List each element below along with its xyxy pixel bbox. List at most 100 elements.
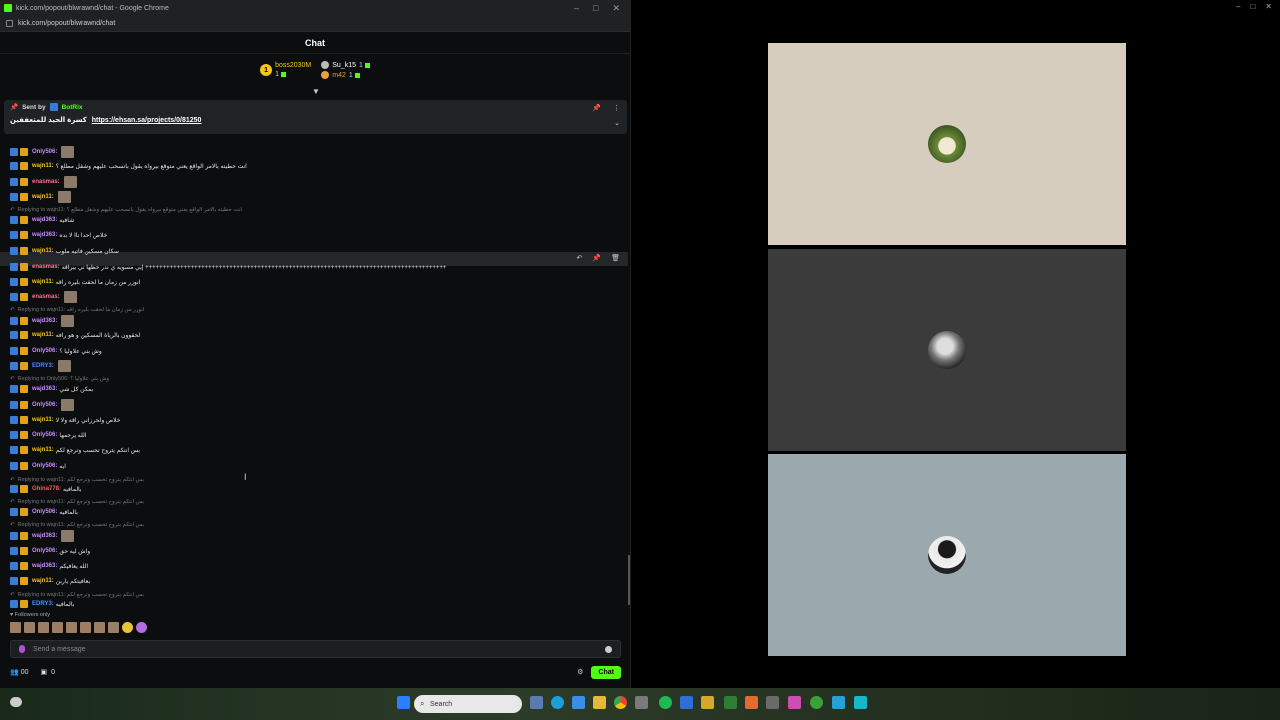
chat-message[interactable]: wajn11:	[10, 191, 71, 203]
chat-scrollbar[interactable]	[628, 555, 630, 605]
chat-username[interactable]: enasmas:	[32, 264, 60, 270]
chat-message[interactable]: wajd363:	[10, 530, 75, 542]
emote-icon[interactable]	[136, 622, 147, 633]
chat-message[interactable]: Only506:	[10, 399, 75, 411]
top-gifter-second[interactable]: Su_k15 1	[321, 61, 370, 69]
send-chat-button[interactable]: Chat	[591, 665, 621, 679]
chat-username[interactable]: wajn11:	[32, 194, 54, 200]
xbox-icon[interactable]	[810, 696, 823, 709]
app-icon[interactable]	[724, 696, 737, 709]
chat-message[interactable]: Ghina778: بالمافيه	[10, 483, 82, 495]
chat-message[interactable]: wajd363:	[10, 315, 75, 327]
chat-username[interactable]: wajd363:	[32, 318, 57, 324]
chat-username[interactable]: Only506:	[32, 463, 57, 469]
chat-input[interactable]: Send a message	[10, 640, 621, 658]
address-bar[interactable]: kick.com/popout/blwrawnd/chat	[0, 16, 630, 32]
reply-context[interactable]: ↶ Replying to wajn11: انت حطيته بالامر ال…	[10, 205, 242, 214]
chat-username[interactable]: wajn11:	[32, 248, 54, 254]
chat-message[interactable]: wajd363: الله يعافيكم	[10, 560, 88, 572]
app-icon[interactable]	[766, 696, 779, 709]
mic-icon[interactable]	[19, 645, 25, 653]
chat-message[interactable]: enasmas: إيي مسويه ي ندر حظها ني بيراقه +…	[10, 261, 446, 273]
chat-message[interactable]: Only506: بالمافيه	[10, 506, 78, 518]
task-view-icon[interactable]	[530, 696, 543, 709]
minimize-icon[interactable]: –	[1236, 2, 1240, 11]
chat-username[interactable]: EDRY3:	[32, 601, 54, 607]
weather-icon[interactable]	[10, 697, 22, 707]
app-icon[interactable]	[854, 696, 867, 709]
chat-message[interactable]: wajd363: خلاص احدا ناا لا بده	[10, 229, 107, 241]
app-icon[interactable]	[635, 696, 648, 709]
maximize-icon[interactable]: □	[1250, 2, 1255, 11]
unpin-icon[interactable]: 📌	[592, 104, 601, 112]
taskbar-search[interactable]: ⌕ Search	[414, 695, 522, 713]
emote-icon[interactable]	[66, 622, 77, 633]
chat-message[interactable]: wajd363: بمكن كل شي	[10, 383, 93, 395]
store-icon[interactable]	[572, 696, 585, 709]
chat-username[interactable]: wajd363:	[32, 386, 57, 392]
chat-message[interactable]: enasmas:	[10, 176, 77, 188]
chat-message[interactable]: wajn11: بس انتكم يتروح تحسب وترجع لكم	[10, 444, 140, 456]
chat-message[interactable]: Only506: الله يرحمها	[10, 429, 86, 441]
close-icon[interactable]: ✕	[1265, 2, 1272, 11]
chat-message[interactable]: wajn11: بعافيتكم ياربن	[10, 575, 90, 587]
chat-username[interactable]: wajn11:	[32, 417, 54, 423]
chat-username[interactable]: wajn11:	[32, 163, 54, 169]
chat-username[interactable]: wajn11:	[32, 578, 54, 584]
app-icon[interactable]	[701, 696, 714, 709]
chat-message[interactable]: Only506:	[10, 146, 75, 158]
chat-username[interactable]: wajn11:	[32, 279, 54, 285]
reply-context[interactable]: ↶ Replying to wajn11: بس انتكم يتروح تحسب…	[10, 497, 144, 506]
chat-message[interactable]: Only506: ايه	[10, 460, 66, 472]
participant-tile[interactable]	[768, 249, 1126, 451]
chat-username[interactable]: wajd363:	[32, 563, 57, 569]
emote-icon[interactable]	[108, 622, 119, 633]
chat-message[interactable]: wajn11: سكان مسكين فاتيه ملوب	[10, 245, 119, 257]
chat-username[interactable]: Only506:	[32, 402, 57, 408]
reply-context[interactable]: ↶ Replying to wajn11: انورر من زمان ما لح…	[10, 305, 144, 314]
app-icon[interactable]	[680, 696, 693, 709]
emote-icon[interactable]	[38, 622, 49, 633]
minimize-icon[interactable]: –	[574, 3, 579, 14]
start-icon[interactable]	[397, 696, 410, 709]
folder-icon[interactable]	[593, 696, 606, 709]
app-icon[interactable]	[832, 696, 845, 709]
participant-tile[interactable]	[768, 43, 1126, 245]
chat-username[interactable]: Only506:	[32, 509, 57, 515]
chat-message[interactable]: Only506: واش ليه حق	[10, 545, 90, 557]
more-options-icon[interactable]: ⋮	[613, 104, 620, 112]
chat-message[interactable]: EDRY3: بالمافيه	[10, 598, 74, 610]
pinned-sender[interactable]: BotRix	[62, 104, 83, 111]
chat-username[interactable]: Only506:	[32, 432, 57, 438]
chat-message[interactable]: EDRY3:	[10, 360, 71, 372]
emote-icon[interactable]	[80, 622, 91, 633]
chat-username[interactable]: enasmas:	[32, 294, 60, 300]
chat-message[interactable]: wajn11: انت حطيته بالامر الواقع يعني متوق…	[10, 160, 247, 172]
chat-message[interactable]: wajn11: خلاص ولحرزاني راقه ولا لا	[10, 414, 120, 426]
chat-username[interactable]: enasmas:	[32, 179, 60, 185]
chat-message[interactable]: wajn11: انورر من زمان ما لحقت بليره راقه	[10, 276, 140, 288]
expand-chevron-icon[interactable]: ⌄	[614, 119, 620, 127]
chat-message[interactable]: wajn11: لحقوون بالرياة المسكين و هو رافه	[10, 329, 140, 341]
chrome-icon[interactable]	[614, 696, 627, 709]
chat-username[interactable]: wajd363:	[32, 232, 57, 238]
pinned-link[interactable]: https://ehsan.sa/projects/0/81250	[92, 117, 202, 124]
chat-username[interactable]: Ghina778:	[32, 486, 61, 492]
chat-username[interactable]: Only506:	[32, 548, 57, 554]
chat-username[interactable]: Only506:	[32, 149, 57, 155]
emote-icon[interactable]	[94, 622, 105, 633]
emote-icon[interactable]	[24, 622, 35, 633]
chat-username[interactable]: wajd363:	[32, 217, 57, 223]
site-info-icon[interactable]	[6, 20, 13, 27]
app-icon[interactable]	[788, 696, 801, 709]
top-gifter-third[interactable]: m42 1	[321, 71, 370, 79]
chat-username[interactable]: wajn11:	[32, 447, 54, 453]
emote-icon[interactable]	[10, 622, 21, 633]
maximize-icon[interactable]: □	[593, 3, 598, 14]
emoji-picker-icon[interactable]	[605, 645, 612, 653]
emote-icon[interactable]	[122, 622, 133, 633]
collapse-gifters-icon[interactable]: ▼	[312, 87, 320, 96]
settings-gear-icon[interactable]: ⚙	[577, 668, 583, 676]
chat-username[interactable]: EDRY3:	[32, 363, 54, 369]
reply-context[interactable]: ↶ Replying to wajn11: بس انتكم يتروح تحسب…	[10, 520, 144, 529]
